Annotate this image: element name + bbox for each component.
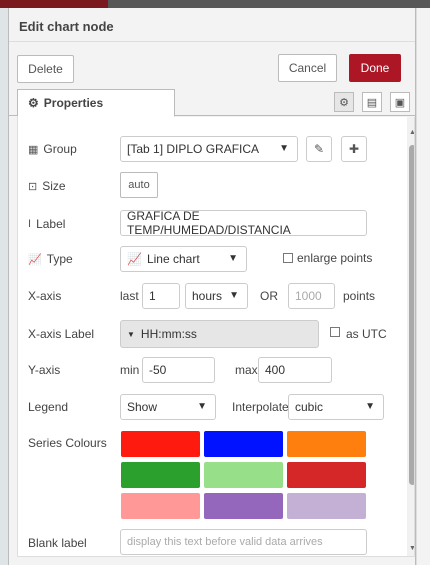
tray-title: Edit chart node: [19, 19, 114, 34]
tray-toolbar: Delete Cancel Done: [9, 43, 415, 85]
size-button[interactable]: auto: [120, 172, 158, 198]
edit-group-button[interactable]: ✎: [306, 136, 332, 162]
series-colour-swatch[interactable]: [287, 493, 366, 519]
xaxis-label-row-label: X-axis Label: [28, 327, 94, 341]
group-select[interactable]: [Tab 1] DIPLO GRAFICA ▼: [120, 136, 298, 162]
yaxis-row-label: Y-axis: [28, 363, 60, 377]
add-group-button[interactable]: ✚: [341, 136, 367, 162]
xaxis-label: X-axis: [28, 289, 62, 303]
tray-tabs: ⚙ Properties ⚙ ▤ ▣: [9, 86, 415, 117]
xaxis-label-format-select[interactable]: ▼ HH:mm:ss: [120, 320, 319, 348]
type-select-value: Line chart: [146, 252, 200, 266]
done-button[interactable]: Done: [349, 54, 401, 82]
cancel-button[interactable]: Cancel: [278, 54, 337, 82]
series-colour-swatch[interactable]: [204, 462, 283, 488]
workspace-canvas-edge: [0, 8, 8, 565]
edit-tray: Edit chart node Delete Cancel Done ⚙ Pro…: [8, 8, 416, 565]
label-input[interactable]: GRAFICA DE TEMP/HUMEDAD/DISTANCIA: [120, 209, 367, 237]
form-scrollbar-thumb[interactable]: [409, 145, 414, 485]
gear-icon: ⚙: [339, 96, 349, 109]
chevron-down-icon: ▼: [228, 253, 238, 264]
xaxis-unit-select[interactable]: hours ▼: [185, 283, 248, 309]
type-select[interactable]: 📈 Line chart ▼: [120, 246, 247, 272]
resize-icon: ⊡: [28, 180, 38, 193]
chevron-down-icon: ▼: [197, 401, 207, 412]
tab-appearance[interactable]: ▣: [390, 92, 410, 112]
chevron-down-icon: ▼: [229, 290, 239, 301]
last-label: last: [120, 289, 139, 303]
xaxis-unit-value: hours: [192, 289, 223, 303]
series-colour-swatch[interactable]: [121, 493, 200, 519]
caret-down-icon: ▼: [127, 329, 135, 339]
plus-icon: ✚: [348, 142, 360, 156]
max-label: max: [235, 363, 258, 377]
table-icon: ▦: [28, 143, 39, 156]
label-row-label: I Label: [28, 217, 65, 231]
series-colour-swatch[interactable]: [121, 462, 200, 488]
scroll-up-arrow-icon[interactable]: ▲: [409, 129, 414, 136]
series-colour-swatch[interactable]: [287, 431, 366, 457]
label-label: Label: [36, 217, 66, 231]
layout-icon: ▣: [394, 96, 406, 109]
tab-settings-gear[interactable]: ⚙: [334, 92, 354, 112]
line-chart-icon: 📈: [127, 252, 142, 266]
min-label: min: [120, 363, 140, 377]
series-colours-row-label: Series Colours: [28, 436, 107, 450]
pencil-icon: ✎: [313, 142, 325, 156]
yaxis-label: Y-axis: [28, 363, 61, 377]
line-chart-icon: 📈: [28, 253, 42, 266]
series-colour-swatch[interactable]: [204, 431, 283, 457]
tab-description[interactable]: ▤: [362, 92, 382, 112]
legend-row-label: Legend: [28, 400, 68, 414]
xaxis-row-label: X-axis: [28, 289, 61, 303]
series-colour-swatch[interactable]: [287, 462, 366, 488]
document-icon: ▤: [366, 96, 378, 109]
group-label: Group: [43, 142, 77, 156]
properties-form: ▲ ▼ ▦ Group [Tab 1] DIPLO GRAFICA ▼ ✎ ✚ …: [17, 117, 415, 557]
series-colour-swatch[interactable]: [204, 493, 283, 519]
legend-label: Legend: [28, 400, 69, 414]
blank-label-row-label: Blank label: [28, 536, 87, 550]
chevron-down-icon: ▼: [365, 401, 375, 412]
xaxis-label-label: X-axis Label: [28, 327, 95, 341]
size-label: Size: [42, 179, 66, 193]
or-label: OR: [260, 289, 278, 303]
xaxis-label-format-value: HH:mm:ss: [140, 327, 197, 341]
size-row-label: ⊡ Size: [28, 179, 66, 193]
as-utc-label: as UTC: [346, 327, 387, 341]
tray-header: Edit chart node: [9, 8, 415, 42]
interpolate-select-value: cubic: [295, 400, 324, 414]
as-utc-checkbox[interactable]: [330, 327, 340, 337]
legend-select[interactable]: Show ▼: [120, 394, 216, 420]
blank-label-input[interactable]: display this text before valid data arri…: [120, 529, 367, 555]
interpolate-label: Interpolate: [232, 400, 289, 414]
points-input[interactable]: 1000: [288, 283, 335, 309]
blank-label-label: Blank label: [28, 536, 87, 550]
group-select-value: [Tab 1] DIPLO GRAFICA: [127, 142, 260, 156]
tab-properties-label: Properties: [43, 96, 104, 110]
series-colour-swatch[interactable]: [121, 431, 200, 457]
type-label: Type: [46, 252, 73, 266]
enlarge-points-label: enlarge points: [297, 251, 373, 265]
ymax-input[interactable]: 400: [258, 357, 332, 383]
interpolate-select[interactable]: cubic ▼: [288, 394, 384, 420]
type-row-label: 📈 Type: [28, 252, 73, 266]
last-value-input[interactable]: 1: [142, 283, 180, 309]
tray-footer: [17, 561, 415, 565]
editor-topbar: [0, 0, 430, 8]
editor-topbar-accent: [0, 0, 108, 8]
chevron-down-icon: ▼: [279, 143, 289, 154]
text-cursor-icon: I: [28, 218, 32, 230]
series-colours-label: Series Colours: [28, 436, 107, 450]
delete-button[interactable]: Delete: [17, 55, 74, 83]
points-label: points: [343, 289, 376, 303]
sidebar-edge: [416, 8, 430, 565]
gear-icon: ⚙: [28, 96, 39, 110]
group-row-label: ▦ Group: [28, 142, 77, 156]
tab-properties[interactable]: ⚙ Properties: [17, 89, 175, 117]
scroll-down-arrow-icon[interactable]: ▼: [409, 545, 414, 552]
enlarge-points-checkbox[interactable]: [283, 253, 293, 263]
ymin-input[interactable]: -50: [142, 357, 215, 383]
legend-select-value: Show: [127, 400, 158, 414]
